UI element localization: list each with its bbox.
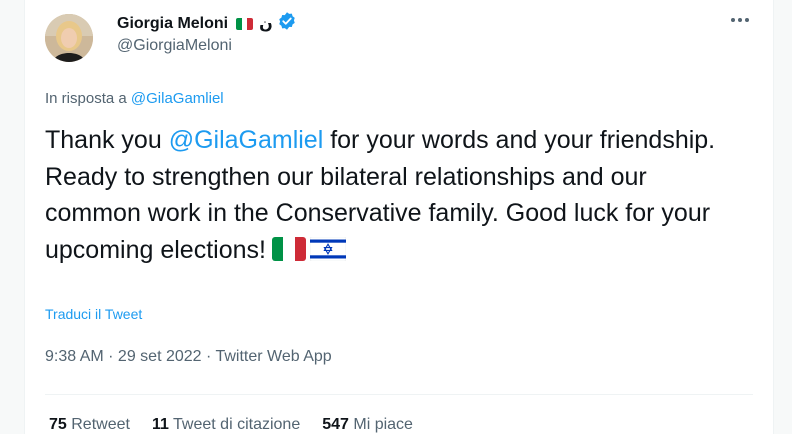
italy-flag-icon: [236, 17, 254, 30]
tweet-card: Giorgia Meloni ن @GiorgiaMeloni In rispo…: [24, 0, 774, 434]
avatar[interactable]: [45, 14, 93, 62]
mention-link[interactable]: @GilaGamliel: [169, 126, 324, 154]
italy-flag-icon: [271, 236, 306, 261]
reply-prefix: In risposta a: [45, 90, 127, 107]
retweets-stat[interactable]: 75 Retweet: [49, 416, 130, 434]
likes-label: Mi piace: [353, 416, 413, 433]
reply-context: In risposta a @GilaGamliel: [45, 90, 224, 107]
author-name[interactable]: Giorgia Meloni: [117, 15, 228, 33]
quotes-stat[interactable]: 11 Tweet di citazione: [152, 416, 300, 434]
quotes-count: 11: [151, 416, 169, 433]
more-options-icon[interactable]: [725, 10, 755, 30]
tweet-meta[interactable]: 9:38 AM · 29 set 2022 · Twitter Web App: [45, 348, 332, 366]
author-name-suffix: ن: [259, 15, 273, 33]
retweets-count: 75: [49, 416, 67, 433]
author-handle[interactable]: @GiorgiaMeloni: [117, 37, 232, 55]
engagement-stats: 75 Retweet 11 Tweet di citazione 547 Mi …: [49, 416, 413, 434]
quotes-label: Tweet di citazione: [173, 416, 301, 433]
reply-handle-link[interactable]: @GilaGamliel: [131, 90, 224, 107]
likes-stat[interactable]: 547 Mi piace: [322, 416, 413, 434]
retweets-label: Retweet: [71, 416, 130, 433]
verified-badge-icon: [277, 11, 297, 36]
likes-count: 547: [322, 416, 349, 433]
tweet-text-pre: Thank you: [45, 126, 169, 154]
israel-flag-icon: [309, 235, 347, 272]
divider: [45, 394, 753, 395]
translate-tweet-link[interactable]: Traduci il Tweet: [45, 306, 142, 322]
tweet-text: Thank you @GilaGamliel for your words an…: [45, 122, 725, 271]
author-name-row[interactable]: Giorgia Meloni ن: [117, 11, 297, 36]
